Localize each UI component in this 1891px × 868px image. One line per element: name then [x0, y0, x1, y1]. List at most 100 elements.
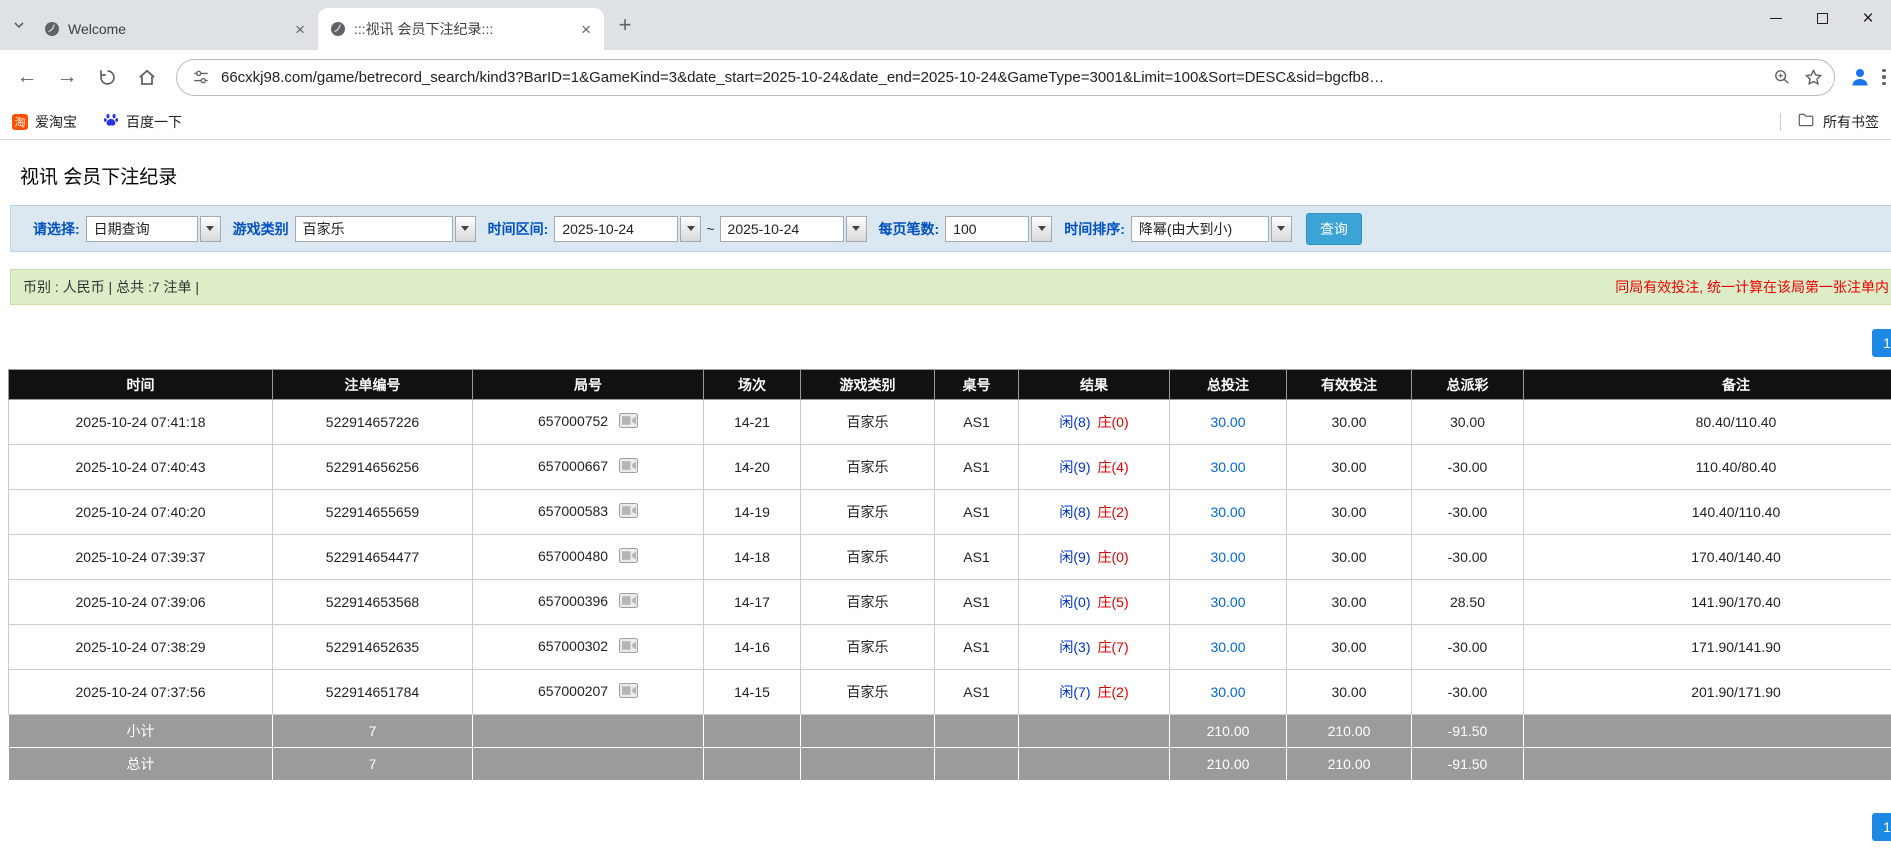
close-button[interactable]: ×	[1845, 0, 1891, 36]
cell-valid-bet: 30.00	[1287, 490, 1412, 535]
back-icon[interactable]: ←	[8, 58, 46, 96]
total-bet-link[interactable]: 30.00	[1210, 684, 1245, 700]
video-replay-icon[interactable]	[619, 548, 638, 566]
tab-close-icon[interactable]: ×	[576, 19, 596, 40]
subtotal-payout: -91.50	[1412, 715, 1524, 748]
page-button[interactable]: 1	[1872, 813, 1891, 841]
bookmark-baidu[interactable]: 百度一下	[103, 112, 182, 132]
chevron-down-icon[interactable]	[1271, 216, 1292, 242]
cell-valid-bet: 30.00	[1287, 670, 1412, 715]
cell-valid-bet: 30.00	[1287, 445, 1412, 490]
minimize-button[interactable]	[1753, 0, 1799, 36]
total-bet-link[interactable]: 30.00	[1210, 459, 1245, 475]
cell-game-type: 百家乐	[801, 580, 935, 625]
header-bet-id: 注单编号	[273, 370, 473, 400]
video-replay-icon[interactable]	[619, 458, 638, 476]
chevron-down-icon[interactable]	[455, 216, 476, 242]
subtotal-label: 小计	[9, 715, 273, 748]
video-replay-icon[interactable]	[619, 683, 638, 701]
empty-cell	[801, 748, 935, 781]
cell-payout: -30.00	[1412, 490, 1524, 535]
chevron-down-icon[interactable]	[1031, 216, 1052, 242]
tab-bet-records[interactable]: :::视讯 会员下注纪录::: ×	[318, 8, 604, 50]
bookmark-label: 爱淘宝	[35, 112, 77, 132]
banker-result: 庄(2)	[1098, 684, 1129, 700]
table-row: 2025-10-24 07:38:29 522914652635 6570003…	[9, 625, 1891, 670]
date-start-select[interactable]: 2025-10-24	[554, 216, 701, 242]
cell-table-no: AS1	[935, 400, 1019, 445]
banker-result: 庄(0)	[1098, 549, 1129, 565]
cell-total-bet: 30.00	[1170, 670, 1287, 715]
url-bar[interactable]: 66cxkj98.com/game/betrecord_search/kind3…	[176, 59, 1835, 96]
bookmark-star-icon[interactable]	[1802, 66, 1824, 88]
cell-bet-id: 522914657226	[273, 400, 473, 445]
browser-toolbar: ← → 66cxkj98.com/game/betrecord_search/k…	[0, 50, 1891, 104]
tab-title: Welcome	[68, 21, 282, 37]
video-replay-icon[interactable]	[619, 593, 638, 611]
cell-time: 2025-10-24 07:40:20	[9, 490, 273, 535]
home-icon[interactable]	[128, 58, 166, 96]
cell-remark: 141.90/170.40	[1524, 580, 1891, 625]
header-result: 结果	[1019, 370, 1170, 400]
game-type-select[interactable]: 百家乐	[295, 216, 476, 242]
total-bet-link[interactable]: 30.00	[1210, 414, 1245, 430]
header-total-bet: 总投注	[1170, 370, 1287, 400]
cell-bet-id: 522914655659	[273, 490, 473, 535]
zoom-icon[interactable]	[1771, 66, 1793, 88]
round-id-text: 657000480	[538, 548, 608, 564]
video-replay-icon[interactable]	[619, 638, 638, 656]
maximize-button[interactable]	[1799, 0, 1845, 36]
bookmarks-bar: 淘 爱淘宝 百度一下 所有书签	[0, 104, 1891, 140]
bookmark-aitaobao[interactable]: 淘 爱淘宝	[12, 112, 77, 132]
header-round-id: 局号	[473, 370, 704, 400]
all-bookmarks[interactable]: 所有书签	[1780, 111, 1879, 132]
total-bet-link[interactable]: 30.00	[1210, 504, 1245, 520]
date-end-select[interactable]: 2025-10-24	[720, 216, 867, 242]
site-settings-icon[interactable]	[190, 66, 212, 88]
page-size-select[interactable]: 100	[945, 216, 1052, 242]
cell-time: 2025-10-24 07:38:29	[9, 625, 273, 670]
divider	[1780, 113, 1781, 131]
cell-valid-bet: 30.00	[1287, 535, 1412, 580]
url-text[interactable]: 66cxkj98.com/game/betrecord_search/kind3…	[221, 69, 1762, 86]
total-bet-link[interactable]: 30.00	[1210, 639, 1245, 655]
new-tab-button[interactable]: +	[610, 10, 640, 40]
refresh-icon[interactable]	[88, 58, 126, 96]
video-replay-icon[interactable]	[619, 503, 638, 521]
date-end-value: 2025-10-24	[720, 216, 844, 242]
empty-cell	[1019, 748, 1170, 781]
query-mode-select[interactable]: 日期查询	[86, 216, 221, 242]
table-row: 2025-10-24 07:39:06 522914653568 6570003…	[9, 580, 1891, 625]
empty-cell	[801, 715, 935, 748]
header-table-no: 桌号	[935, 370, 1019, 400]
profile-avatar-icon[interactable]	[1845, 62, 1875, 92]
search-button[interactable]: 查询	[1306, 213, 1362, 245]
cell-total-bet: 30.00	[1170, 400, 1287, 445]
header-valid-bet: 有效投注	[1287, 370, 1412, 400]
tab-close-icon[interactable]: ×	[290, 19, 310, 40]
chevron-down-icon[interactable]	[200, 216, 221, 242]
chevron-down-icon[interactable]	[680, 216, 701, 242]
cell-result: 闲(0)庄(5)	[1019, 580, 1170, 625]
total-bet-link[interactable]: 30.00	[1210, 594, 1245, 610]
forward-icon[interactable]: →	[48, 58, 86, 96]
header-payout: 总派彩	[1412, 370, 1524, 400]
browser-menu-icon[interactable]	[1877, 62, 1891, 92]
video-replay-icon[interactable]	[619, 413, 638, 431]
cell-bet-id: 522914656256	[273, 445, 473, 490]
cell-total-bet: 30.00	[1170, 535, 1287, 580]
tab-search-chevron-icon[interactable]	[6, 12, 32, 38]
tab-welcome[interactable]: Welcome ×	[32, 8, 318, 50]
summary-bar: 币别 : 人民币 | 总共 :7 注单 | 同局有效投注, 统一计算在该局第一张…	[10, 269, 1891, 305]
cell-round-id: 657000396	[473, 580, 704, 625]
total-bet-link[interactable]: 30.00	[1210, 549, 1245, 565]
select-mode-label: 请选择:	[33, 219, 80, 239]
sort-order-select[interactable]: 降幂(由大到小)	[1131, 216, 1292, 242]
player-result: 闲(7)	[1059, 684, 1090, 700]
empty-cell	[704, 715, 801, 748]
window-controls: ×	[1753, 0, 1891, 36]
chevron-down-icon[interactable]	[846, 216, 867, 242]
cell-game-type: 百家乐	[801, 535, 935, 580]
pagination-top: 1	[0, 329, 1891, 359]
page-button[interactable]: 1	[1872, 329, 1891, 357]
